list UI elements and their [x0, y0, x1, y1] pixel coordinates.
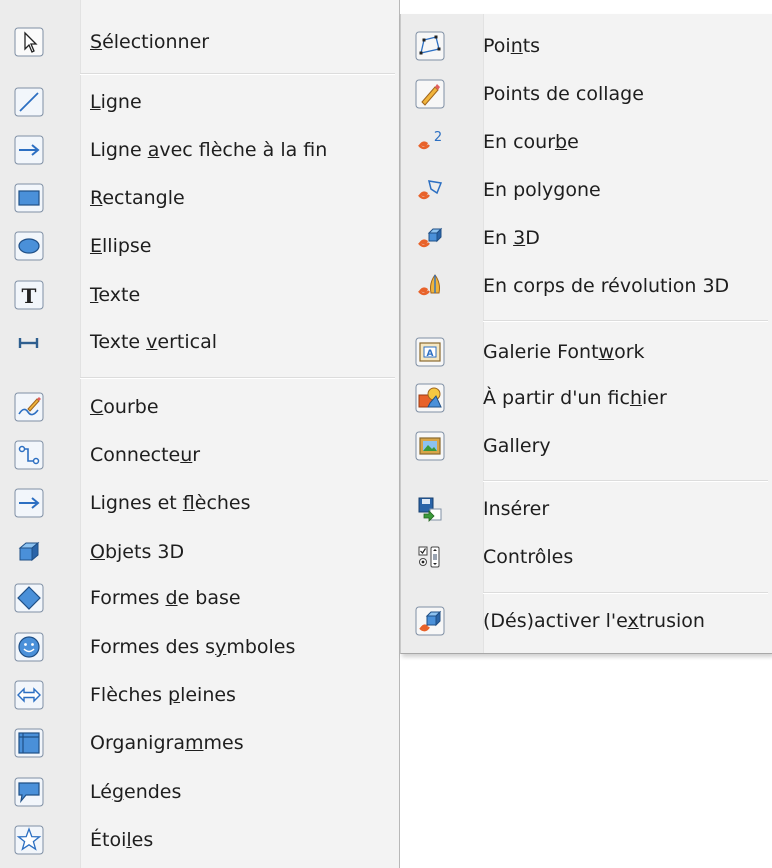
menu-item-vertical-text[interactable]: Texte vertical [0, 320, 399, 364]
menu-item-label: En corps de révolution 3D [483, 275, 730, 297]
menu-item-to-3d[interactable]: En 3D [401, 216, 772, 260]
menu-item-label: En polygone [483, 179, 601, 201]
menu-item-rectangle[interactable]: Rectangle [0, 176, 399, 220]
drawing-toolbar-menu: Sélectionner Ligne Ligne avec flèche à l… [0, 0, 400, 868]
callout-icon [14, 777, 44, 807]
menu-separator [483, 320, 768, 322]
menu-item-from-file[interactable]: À partir d'un fichier [401, 376, 772, 420]
menu-item-label: Gallery [483, 435, 551, 457]
menu-separator [80, 377, 395, 379]
menu-item-line-arrow-end[interactable]: Ligne avec flèche à la fin [0, 128, 399, 172]
menu-item-label: Galerie Fontwork [483, 341, 645, 363]
menu-item-label: Lignes et flèches [90, 492, 251, 514]
extrusion-toggle-icon [415, 606, 445, 636]
menu-item-label: Insérer [483, 498, 550, 520]
menu-separator [483, 480, 768, 482]
menu-item-lines-arrows[interactable]: Lignes et flèches [0, 481, 399, 525]
menu-item-text[interactable]: T Texte [0, 273, 399, 317]
svg-text:A: A [427, 349, 434, 359]
menu-item-label: Contrôles [483, 546, 574, 568]
fontwork-icon: A [415, 337, 445, 367]
double-arrow-icon [14, 680, 44, 710]
menu-item-label: Connecteur [90, 444, 201, 466]
menu-item-label: Objets 3D [90, 541, 185, 563]
menu-item-label: Sélectionner [90, 31, 210, 53]
star-icon [14, 825, 44, 855]
curve-pencil-icon [14, 392, 44, 422]
menu-item-connector[interactable]: Connecteur [0, 433, 399, 477]
lines-arrows-icon [14, 488, 44, 518]
line-with-arrow-icon [14, 135, 44, 165]
menu-item-label: Ligne avec flèche à la fin [90, 139, 328, 161]
menu-item-label: Organigrammes [90, 732, 244, 754]
to-polygon-icon [415, 175, 445, 205]
menu-item-stars[interactable]: Étoiles [0, 818, 399, 862]
menu-item-label: Formes de base [90, 587, 241, 609]
menu-item-label: Points de collage [483, 83, 644, 105]
controls-icon [415, 542, 445, 572]
menu-separator [80, 73, 395, 75]
menu-item-3d-objects[interactable]: Objets 3D [0, 530, 399, 574]
ellipse-icon [14, 231, 44, 261]
menu-item-glue-points[interactable]: Points de collage [401, 72, 772, 116]
menu-item-toggle-extrusion[interactable]: (Dés)activer l'extrusion [401, 599, 772, 643]
menu-item-controls[interactable]: Contrôles [401, 535, 772, 579]
menu-item-ellipse[interactable]: Ellipse [0, 224, 399, 268]
menu-item-basic-shapes[interactable]: Formes de base [0, 576, 399, 620]
connector-icon [14, 440, 44, 470]
from-file-icon [415, 383, 445, 413]
menu-item-to-polygon[interactable]: En polygone [401, 168, 772, 212]
points-icon [415, 31, 445, 61]
menu-item-label: Flèches pleines [90, 684, 236, 706]
menu-item-line[interactable]: Ligne [0, 80, 399, 124]
glue-points-icon [415, 79, 445, 109]
to-3d-rotation-icon [415, 271, 445, 301]
menu-item-symbol-shapes[interactable]: Formes des symboles [0, 625, 399, 669]
menu-item-label: En courbe [483, 131, 579, 153]
text-icon: T [14, 280, 44, 310]
menu-item-select[interactable]: Sélectionner [0, 20, 399, 64]
menu-item-curve[interactable]: Courbe [0, 385, 399, 429]
menu-item-label: Légendes [90, 781, 182, 803]
menu-item-label: À partir d'un fichier [483, 387, 667, 409]
svg-text:2: 2 [434, 130, 442, 145]
flowchart-icon [14, 728, 44, 758]
smiley-icon [14, 632, 44, 662]
cube-3d-icon [14, 537, 44, 567]
menu-item-block-arrows[interactable]: Flèches pleines [0, 673, 399, 717]
convert-submenu: Points Points de collage 2 En courbe En … [400, 14, 772, 654]
insert-icon [415, 494, 445, 524]
menu-item-callouts[interactable]: Légendes [0, 770, 399, 814]
menu-item-fontwork-gallery[interactable]: A Galerie Fontwork [401, 330, 772, 374]
menu-item-label: Rectangle [90, 187, 185, 209]
menu-item-label: Étoiles [90, 829, 154, 851]
menu-item-label: (Dés)activer l'extrusion [483, 610, 705, 632]
cursor-arrow-icon [14, 27, 44, 57]
menu-item-to-3d-rotation-object[interactable]: En corps de révolution 3D [401, 264, 772, 308]
vertical-text-icon [14, 327, 44, 357]
menu-item-label: Texte vertical [90, 331, 218, 353]
menu-item-insert[interactable]: Insérer [401, 487, 772, 531]
to-curve-icon: 2 [415, 127, 445, 157]
menu-item-label: Ligne [90, 91, 142, 113]
menu-item-label: Points [483, 35, 541, 57]
menu-item-to-curve[interactable]: 2 En courbe [401, 120, 772, 164]
menu-item-label: En 3D [483, 227, 540, 249]
svg-text:T: T [22, 284, 37, 308]
menu-separator [483, 592, 768, 594]
menu-item-label: Texte [90, 284, 141, 306]
diamond-icon [14, 583, 44, 613]
menu-item-label: Ellipse [90, 235, 152, 257]
rectangle-icon [14, 183, 44, 213]
menu-item-flowcharts[interactable]: Organigrammes [0, 721, 399, 765]
menu-item-label: Courbe [90, 396, 159, 418]
menu-item-gallery[interactable]: Gallery [401, 424, 772, 468]
menu-item-label: Formes des symboles [90, 636, 296, 658]
line-icon [14, 87, 44, 117]
gallery-icon [415, 431, 445, 461]
to-3d-icon [415, 223, 445, 253]
menu-item-points[interactable]: Points [401, 24, 772, 68]
